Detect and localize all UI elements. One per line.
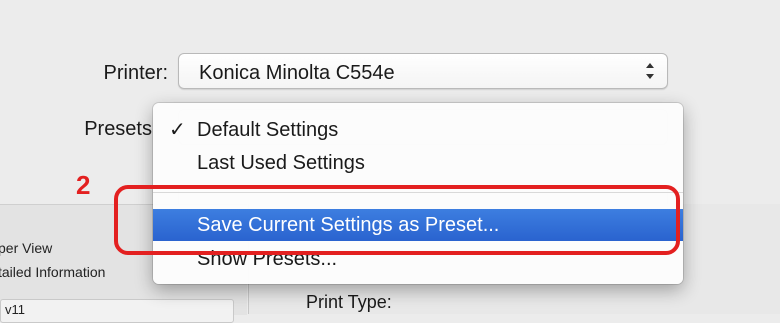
- menu-item-last-used-settings[interactable]: Last Used Settings: [153, 147, 683, 179]
- sidebar-item-paper-view[interactable]: per View: [0, 240, 52, 256]
- sidebar-preview-field: v11: [0, 299, 234, 323]
- printer-label: Printer:: [103, 62, 168, 84]
- checkmark-icon: ✓: [169, 119, 186, 141]
- annotation-highlight-box: [114, 185, 680, 255]
- sidebar-item-detailed-information[interactable]: tailed Information: [0, 264, 105, 280]
- annotation-step-number: 2: [76, 170, 91, 200]
- menu-item-label: Default Settings: [197, 119, 339, 141]
- sidebar-preview-text: v11: [5, 302, 25, 317]
- presets-label: Presets: [84, 118, 152, 140]
- printer-popup[interactable]: Konica Minolta C554e: [178, 53, 668, 89]
- printer-value: Konica Minolta C554e: [199, 62, 395, 84]
- menu-item-default-settings[interactable]: ✓ Default Settings: [153, 114, 683, 146]
- print-type-label: Print Type:: [306, 292, 392, 312]
- menu-item-label: Last Used Settings: [197, 152, 365, 174]
- stepper-arrows-icon: [645, 60, 655, 82]
